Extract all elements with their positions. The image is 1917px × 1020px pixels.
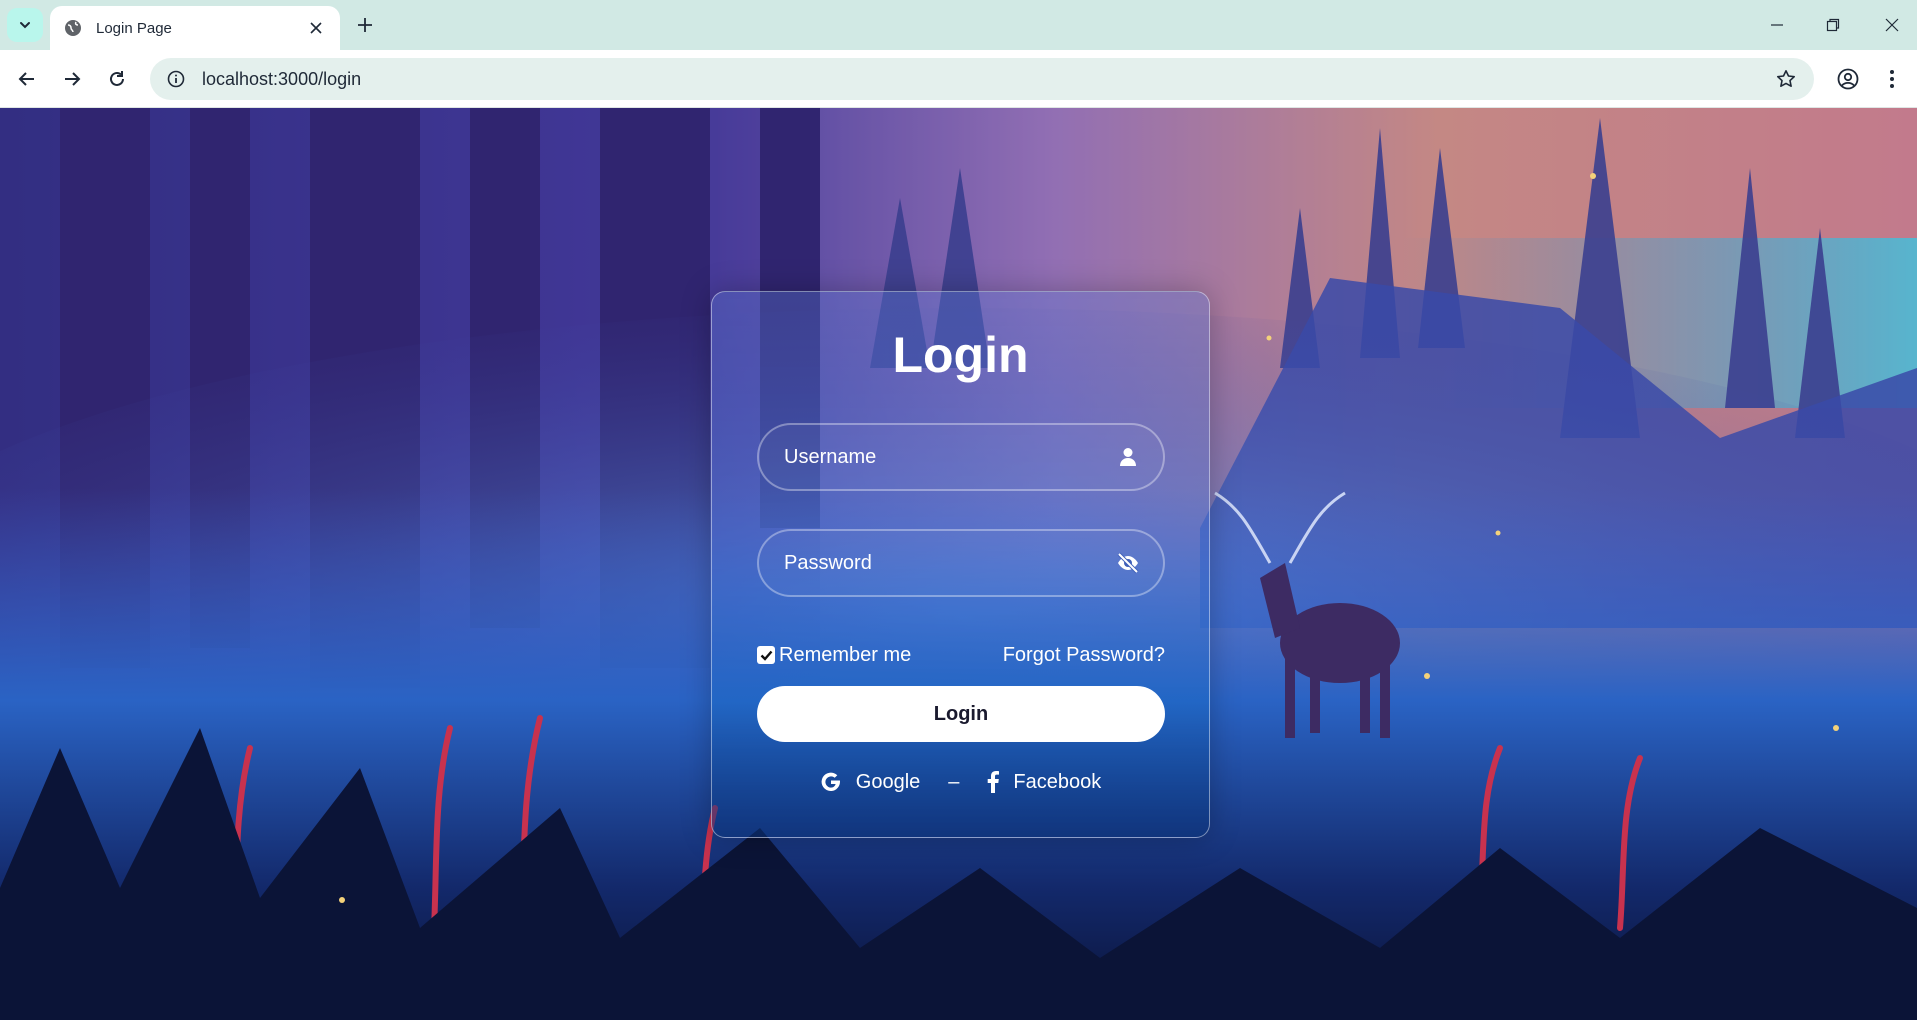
tab-title: Login Page	[96, 19, 172, 37]
login-card: Login Remember me Forgot Password? Login	[711, 291, 1210, 838]
password-input[interactable]	[784, 551, 1115, 575]
password-field	[757, 529, 1165, 597]
restore-button[interactable]	[1818, 10, 1848, 40]
google-label[interactable]: Google	[856, 771, 921, 794]
facebook-label[interactable]: Facebook	[1013, 771, 1101, 794]
tab-close-icon[interactable]	[306, 18, 326, 38]
plus-icon	[358, 18, 372, 32]
facebook-icon	[988, 771, 1000, 793]
address-bar[interactable]: localhost:3000/login	[150, 58, 1814, 100]
minimize-icon	[1771, 24, 1783, 26]
checkbox-checked-icon[interactable]	[757, 646, 775, 664]
social-separator: –	[948, 770, 960, 793]
eye-slash-icon[interactable]	[1115, 550, 1141, 576]
remember-me-label[interactable]: Remember me	[779, 644, 911, 667]
back-arrow-icon	[18, 72, 34, 86]
username-field	[757, 423, 1165, 491]
chevron-down-icon	[20, 22, 30, 29]
close-icon	[1885, 18, 1899, 32]
info-icon[interactable]	[166, 69, 186, 89]
tab-strip: Login Page	[0, 0, 1917, 50]
restore-icon	[1826, 18, 1840, 32]
social-login: Google – Facebook	[712, 765, 1209, 799]
forward-arrow-icon	[65, 72, 81, 86]
kebab-menu-icon	[1890, 70, 1894, 88]
globe-icon	[64, 19, 82, 37]
reload-button[interactable]	[101, 63, 133, 95]
profile-icon	[1837, 68, 1859, 90]
minimize-button[interactable]	[1762, 10, 1792, 40]
login-title: Login	[892, 327, 1029, 383]
menu-button[interactable]	[1876, 63, 1908, 95]
active-tab[interactable]: Login Page	[50, 6, 340, 50]
page-viewport: Login Remember me Forgot Password? Login	[0, 108, 1917, 1020]
login-button[interactable]: Login	[757, 686, 1165, 742]
profile-button[interactable]	[1832, 63, 1864, 95]
user-icon	[1115, 444, 1141, 470]
forgot-password-link[interactable]: Forgot Password?	[1003, 644, 1165, 667]
google-login-link[interactable]: Google	[820, 771, 921, 794]
url-text[interactable]: localhost:3000/login	[202, 69, 1766, 90]
login-options: Remember me Forgot Password?	[757, 641, 1165, 669]
tab-list-button[interactable]	[7, 8, 43, 42]
remember-me-checkbox[interactable]: Remember me	[757, 644, 911, 667]
google-icon	[821, 772, 840, 792]
window-close-button[interactable]	[1877, 10, 1907, 40]
facebook-login-link[interactable]: Facebook	[987, 771, 1101, 794]
back-button[interactable]	[11, 63, 43, 95]
forward-button[interactable]	[56, 63, 88, 95]
bookmark-star-icon[interactable]	[1766, 59, 1806, 99]
new-tab-button[interactable]	[352, 12, 378, 38]
browser-toolbar: localhost:3000/login	[0, 50, 1917, 108]
username-input[interactable]	[784, 445, 1115, 469]
reload-icon	[110, 71, 124, 86]
